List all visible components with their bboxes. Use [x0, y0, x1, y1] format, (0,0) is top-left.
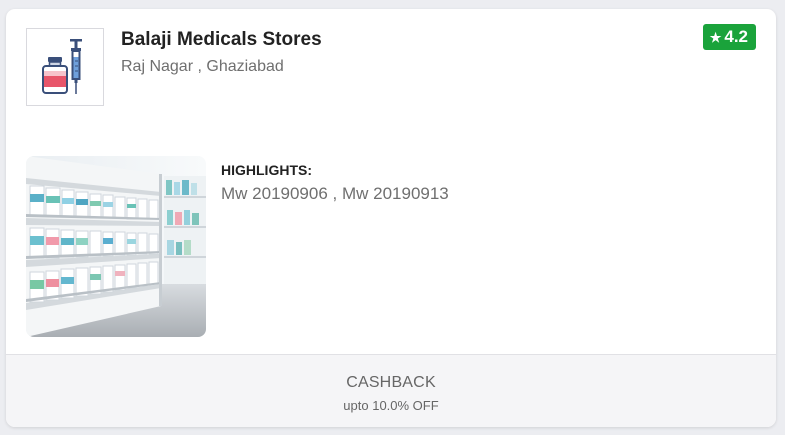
highlights-value: Mw 20190906 , Mw 20190913: [221, 184, 449, 203]
cashback-footer[interactable]: CASHBACK upto 10.0% OFF: [6, 354, 776, 427]
pharmacy-shelves-illustration: [26, 156, 206, 337]
star-icon: ★: [709, 29, 722, 45]
rating-badge: ★ 4.2: [702, 24, 756, 50]
store-location: Raj Nagar , Ghaziabad: [121, 58, 284, 75]
highlights-title: HIGHLIGHTS:: [221, 162, 312, 178]
store-card[interactable]: Balaji Medicals Stores Raj Nagar , Ghazi…: [6, 9, 776, 427]
cashback-subtitle: upto 10.0% OFF: [343, 398, 439, 413]
rating-value: 4.2: [724, 27, 748, 46]
store-name[interactable]: Balaji Medicals Stores: [121, 29, 322, 51]
pharmacy-shelves-image[interactable]: [26, 156, 206, 337]
medicine-vial-syringe-icon: [42, 39, 82, 94]
store-logo: [26, 28, 104, 106]
cashback-title: CASHBACK: [346, 374, 436, 391]
